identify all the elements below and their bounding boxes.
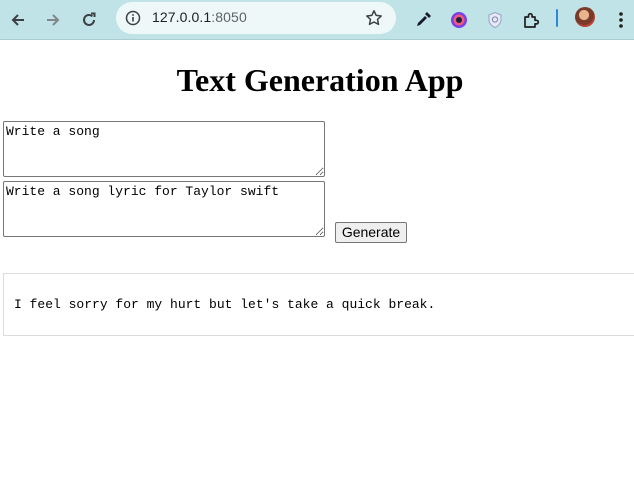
output-container: I feel sorry for my hurt but let's take …: [3, 273, 634, 336]
context-textarea[interactable]: Write a song lyric for Taylor swift: [3, 181, 325, 237]
extensions-puzzle-icon[interactable]: [519, 8, 543, 32]
generated-output-text: I feel sorry for my hurt but let's take …: [14, 297, 436, 312]
eyedropper-icon[interactable]: [411, 8, 435, 32]
generate-button[interactable]: Generate: [335, 222, 407, 243]
url-host: 127.0.0.1: [152, 9, 212, 25]
browser-toolbar: 127.0.0.1:8050: [0, 0, 634, 40]
reload-icon[interactable]: [77, 8, 101, 32]
bookmark-star-icon[interactable]: [362, 6, 386, 30]
url-text[interactable]: 127.0.0.1:8050: [152, 9, 247, 25]
address-bar[interactable]: 127.0.0.1:8050: [116, 2, 396, 34]
forward-icon[interactable]: [41, 8, 65, 32]
menu-kebab-icon[interactable]: [609, 8, 633, 32]
prompt-textarea[interactable]: Write a song: [3, 121, 325, 177]
toolbar-divider: [556, 9, 558, 27]
extension-shield-icon[interactable]: [483, 8, 507, 32]
page-title: Text Generation App: [176, 62, 464, 98]
extension-color-icon[interactable]: [447, 8, 471, 32]
url-port: :8050: [211, 9, 247, 25]
profile-avatar[interactable]: [575, 7, 595, 27]
back-icon[interactable]: [6, 8, 30, 32]
site-info-icon[interactable]: [122, 7, 144, 29]
